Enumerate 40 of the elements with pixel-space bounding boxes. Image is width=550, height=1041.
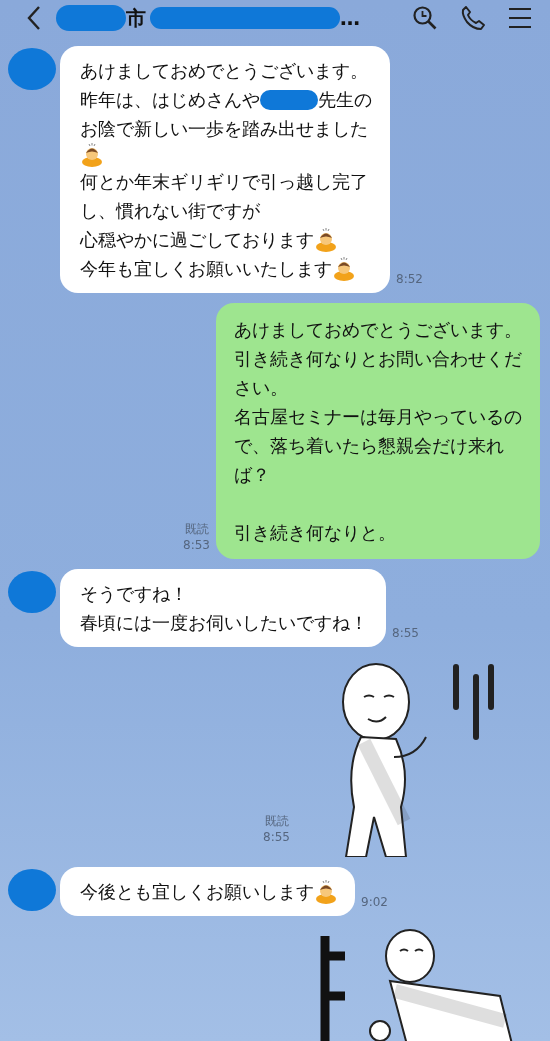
message-text: 今後とも宜しくお願いします (80, 880, 314, 904)
message-text: 今年も宜しくお願いいたします (80, 257, 332, 281)
avatar-redaction-mark (8, 869, 56, 911)
message-text: 心穏やかに過ごしております (80, 228, 314, 252)
message-text: あけましておめでとうございます。 (234, 318, 522, 342)
message-time: 9:02 (361, 894, 388, 910)
bowing-person-icon (315, 227, 337, 252)
chat-title: 市 (126, 6, 146, 30)
message-text: 先生の (318, 88, 372, 112)
avatar-redaction-mark (8, 48, 56, 90)
message-text: あけましておめでとうございます。 (80, 59, 368, 83)
message-time: 8:55 (392, 625, 419, 641)
message-time: 8:52 (396, 271, 423, 287)
message-time: 8:55 (263, 829, 290, 845)
menu-icon[interactable] (508, 7, 532, 29)
read-receipt: 既読 (264, 813, 289, 829)
message-text: で、落ち着いたら懇親会だけ来れ (234, 434, 504, 458)
avatar-redaction-mark (8, 571, 56, 613)
message-text: し、慣れない街ですが (80, 199, 260, 223)
bowing-person-icon (333, 256, 355, 281)
message-time: 8:53 (183, 537, 210, 553)
redaction-mark (260, 89, 318, 110)
back-icon[interactable] (26, 5, 42, 31)
message-text: 名古屋セミナーは毎月やっているの (234, 405, 522, 429)
bowing-person-icon (81, 143, 103, 167)
message-text: さい。 (234, 376, 288, 400)
message-text: そうですね！ (80, 582, 188, 606)
read-receipt: 既読 (184, 521, 209, 537)
redaction-mark (56, 5, 126, 31)
message-text: 何とか年末ギリギリで引っ越し完了 (80, 170, 368, 194)
message-text: 引き続き何なりと。 (234, 521, 396, 545)
phone-icon[interactable] (460, 5, 486, 31)
chat-title: … (340, 6, 360, 30)
message-text: お陰で新しい一歩を踏み出せました (80, 117, 368, 141)
message-text: 春頃には一度お伺いしたいですね！ (80, 611, 368, 635)
message-text: ば？ (234, 463, 270, 487)
bowing-person-icon (315, 879, 337, 904)
search-icon[interactable] (412, 5, 438, 31)
message-text: 昨年は、はじめさんや (80, 88, 260, 112)
message-text: 引き続き何なりとお問い合わせくだ (234, 347, 522, 371)
